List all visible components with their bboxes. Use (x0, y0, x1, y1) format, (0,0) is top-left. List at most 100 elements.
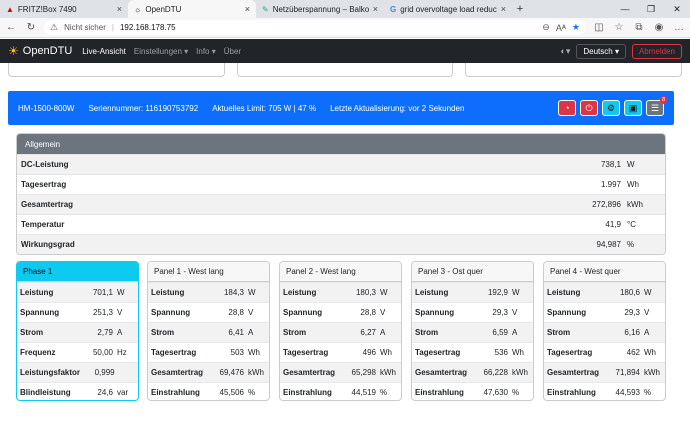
nav-settings[interactable]: Einstellungen ▾ (134, 47, 188, 56)
top-card (465, 63, 683, 77)
card-header: Phase 1 (17, 262, 138, 282)
theme-toggle-icon[interactable]: ◐▾ (560, 46, 570, 57)
tab-title: Netzüberspannung – Balkonsolar (272, 4, 369, 14)
browser-tab-fritzbox[interactable]: ▲ FRITZ!Box 7490 × (0, 0, 128, 18)
inverter-action-buttons: ◔ ⏻ ⚙ ▣ ☰ 8 (558, 96, 667, 116)
brand[interactable]: ☀ OpenDTU (8, 44, 72, 58)
minimize-icon[interactable]: — (612, 0, 638, 18)
power-icon: ⏻ (585, 102, 593, 113)
refresh-icon[interactable]: ↻ (24, 22, 38, 33)
inverter-limit: Aktuelles Limit: 705 W | 47 % (212, 103, 317, 113)
close-icon[interactable]: × (373, 4, 378, 14)
table-row: Spannung 28,8 V (148, 302, 269, 322)
close-window-icon[interactable]: ✕ (664, 0, 690, 18)
brand-name: OpenDTU (22, 45, 73, 57)
table-row: Strom 6,27 A (280, 322, 401, 342)
inverter-header: HM-1500-800W Seriennummer: 116190753792 … (8, 91, 674, 125)
inverter-name: HM-1500-800W (18, 103, 75, 113)
nav-info[interactable]: Info ▾ (196, 47, 216, 56)
back-icon[interactable]: ← (4, 22, 18, 33)
general-card-header: Allgemein (17, 134, 665, 154)
table-row: Tagesertrag 536 Wh (412, 342, 533, 362)
browser-tab-netzueberspannung[interactable]: ✎ Netzüberspannung – Balkonsolar × (256, 0, 384, 18)
favorite-star-icon[interactable]: ★ (572, 22, 580, 33)
language-select[interactable]: Deutsch ▾ (576, 43, 626, 59)
separator: | (111, 23, 114, 32)
new-tab-icon[interactable]: + (512, 3, 528, 15)
panel-3-card: Panel 3 - Ost quer Leistung 192,9 W Spannu… (411, 261, 534, 401)
table-row: Gesamtertrag 69,476 kWh (148, 362, 269, 382)
table-row: Temperatur 41,9 °C (17, 214, 665, 234)
nav-live-view[interactable]: Live-Ansicht (82, 47, 126, 56)
table-row: Einstrahlung 44,593% (544, 382, 665, 400)
sun-icon: ☀ (8, 44, 19, 58)
table-row: Gesamtertrag 65,298 kWh (280, 362, 401, 382)
table-row: DC-Leistung 738,1 W (17, 154, 665, 174)
top-cards-partial (8, 63, 683, 77)
window-controls: — ❐ ✕ (612, 0, 690, 18)
table-row: Wirkungsgrad 94,987% (17, 234, 665, 254)
close-icon[interactable]: × (117, 4, 122, 14)
top-card (236, 63, 454, 77)
limit-gauge-button[interactable]: ◔ (558, 100, 576, 116)
top-card (8, 63, 225, 77)
table-row: Leistung 180,6 W (544, 282, 665, 302)
page-icon: ✎ (262, 4, 269, 14)
panel-4-card: Panel 4 - West quer Leistung 180,6 W Spann… (543, 261, 666, 401)
warning-icon[interactable]: ⚠ (50, 22, 58, 33)
tab-title: FRITZ!Box 7490 (17, 4, 77, 14)
close-icon[interactable]: × (245, 4, 250, 14)
logout-button[interactable]: Abmelden (631, 43, 682, 59)
table-row: Einstrahlung 44,519% (280, 382, 401, 400)
nav-links: Live-Ansicht Einstellungen ▾ Info ▾ Über (82, 47, 241, 56)
collections-icon[interactable]: ⧉ (632, 22, 646, 33)
table-row: Spannung 28,8 V (280, 302, 401, 322)
table-row: Tagesertrag 1.997 Wh (17, 174, 665, 194)
profile-icon[interactable]: ◉ (652, 22, 666, 33)
table-row: Strom 2,79 A (17, 322, 138, 342)
table-row: Spannung 251,3 V (17, 302, 138, 322)
event-count-badge: 8 (660, 96, 667, 104)
grid-icon: ▣ (628, 102, 638, 113)
card-header: Panel 3 - Ost quer (412, 262, 533, 282)
favorites-icon[interactable]: ☆ (612, 22, 626, 33)
restore-icon[interactable]: ❐ (638, 0, 664, 18)
table-row: Strom 6,59 A (412, 322, 533, 342)
event-log-button[interactable]: ☰ 8 (646, 96, 667, 116)
card-header: Panel 2 - West lang (280, 262, 401, 282)
address-bar-row: ← ↻ ⚠ Nicht sicher | 192.168.178.75 ⊖ Aᴬ… (0, 18, 690, 38)
browser-tab-google[interactable]: G grid overvoltage load reduction × (384, 0, 512, 18)
split-screen-icon[interactable]: ◫ (592, 22, 606, 33)
table-row: Spannung 29,3 V (544, 302, 665, 322)
card-header: Panel 1 - West lang (148, 262, 269, 282)
close-icon[interactable]: × (501, 4, 506, 14)
url-text[interactable]: 192.168.178.75 (120, 23, 176, 32)
browser-tab-opendtu[interactable]: ☼ OpenDTU × (128, 0, 256, 18)
tab-title: grid overvoltage load reduction (400, 4, 497, 14)
device-info-button[interactable]: ⚙ (602, 100, 620, 116)
table-row: Leistung 184,3 W (148, 282, 269, 302)
table-row: Einstrahlung 47,630% (412, 382, 533, 400)
panel-1-card: Panel 1 - West lang Leistung 184,3 W Spann… (147, 261, 270, 401)
general-card: Allgemein DC-Leistung 738,1 W Tagesertrag 1… (16, 133, 666, 255)
more-icon[interactable]: … (672, 22, 686, 33)
table-row: Einstrahlung 45,506% (148, 382, 269, 400)
table-row: Tagesertrag 503 Wh (148, 342, 269, 362)
nav-about[interactable]: Über (224, 47, 241, 56)
table-row: Strom 6,16 A (544, 322, 665, 342)
channel-cards: Phase 1 Leistung 701,1 W Spannung 251,3 V St… (16, 261, 666, 401)
table-row: Gesamtertrag 71,894 kWh (544, 362, 665, 382)
zoom-icon[interactable]: ⊖ (542, 22, 550, 33)
fritz-icon: ▲ (6, 4, 14, 14)
table-row: Tagesertrag 496 Wh (280, 342, 401, 362)
table-row: Leistung 180,3 W (280, 282, 401, 302)
security-label[interactable]: Nicht sicher (64, 23, 106, 32)
table-row: Leistung 192,9 W (412, 282, 533, 302)
table-row: Gesamtertrag 66,228 kWh (412, 362, 533, 382)
inverter-updated: Letzte Aktualisierung: vor 2 Sekunden (330, 103, 465, 113)
address-bar[interactable]: ⚠ Nicht sicher | 192.168.178.75 ⊖ Aᴬ ★ (44, 20, 586, 35)
reader-icon[interactable]: Aᴬ (556, 23, 566, 33)
power-button[interactable]: ⏻ (580, 100, 598, 116)
grid-profile-button[interactable]: ▣ (624, 100, 642, 116)
app-navbar: ☀ OpenDTU Live-Ansicht Einstellungen ▾ I… (0, 39, 690, 63)
